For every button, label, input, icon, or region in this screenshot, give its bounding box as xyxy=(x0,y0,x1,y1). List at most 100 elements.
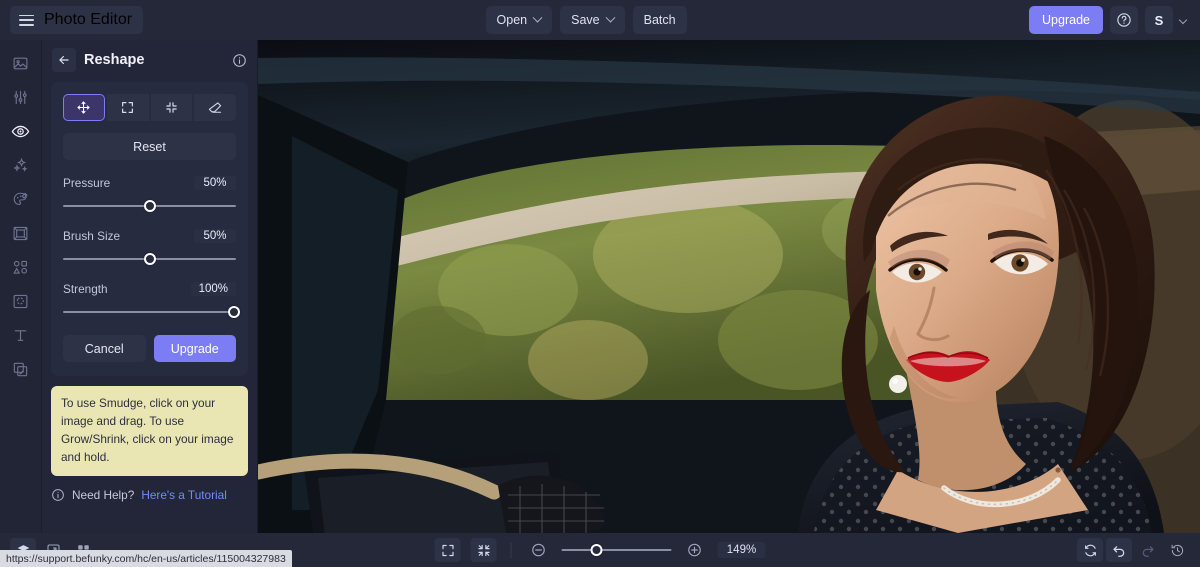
help-info-icon[interactable] xyxy=(51,488,65,502)
tool-rail xyxy=(0,40,42,533)
slider-handle[interactable] xyxy=(228,306,241,318)
sidebar-item-image[interactable] xyxy=(5,52,37,74)
photo-illustration xyxy=(258,40,1200,533)
status-bar-url: https://support.befunky.com/hc/en-us/art… xyxy=(0,550,292,567)
sidebar-item-effects[interactable] xyxy=(5,154,37,176)
pressure-slider-header: Pressure 50% xyxy=(63,176,236,190)
slider-handle[interactable] xyxy=(143,200,156,212)
shrink-tool-button[interactable] xyxy=(150,94,193,121)
frame-icon xyxy=(13,226,28,240)
fit-screen-icon xyxy=(477,544,490,556)
top-bar-center-group: Open Save Batch xyxy=(485,6,687,34)
reshape-tool-group xyxy=(63,94,236,121)
texture-icon xyxy=(13,294,28,308)
brush-size-value: 50% xyxy=(194,229,236,243)
pressure-slider-block: Pressure 50% xyxy=(63,176,236,213)
question-circle-icon xyxy=(1117,13,1131,27)
zoom-slider[interactable] xyxy=(561,543,672,557)
cancel-button[interactable]: Cancel xyxy=(63,335,146,362)
grow-tool-button[interactable] xyxy=(106,94,149,121)
palette-icon xyxy=(13,192,28,205)
undo-button[interactable] xyxy=(1106,538,1132,562)
sidebar-item-touch-up[interactable] xyxy=(5,120,37,142)
tutorial-link[interactable]: Here's a Tutorial xyxy=(141,488,227,502)
hamburger-icon xyxy=(19,14,34,26)
avatar[interactable]: S xyxy=(1144,6,1173,34)
panel-upgrade-button[interactable]: Upgrade xyxy=(153,335,236,362)
slider-handle[interactable] xyxy=(143,253,156,265)
photo-editor-app: Photo Editor Open Save Batch Upgrade S R… xyxy=(0,0,1200,567)
fullscreen-icon xyxy=(441,544,454,556)
arrow-left-icon xyxy=(59,55,69,65)
need-help-label: Need Help? xyxy=(72,487,135,502)
sidebar-item-text[interactable] xyxy=(5,324,37,346)
reset-button[interactable]: Reset xyxy=(63,133,236,160)
open-label: Open xyxy=(496,13,528,27)
reset-view-button[interactable] xyxy=(1077,538,1103,562)
graphics-icon xyxy=(13,362,28,376)
fullscreen-button[interactable] xyxy=(434,538,461,562)
sidebar-item-edit[interactable] xyxy=(5,86,37,108)
save-button[interactable]: Save xyxy=(560,6,625,34)
edited-photo[interactable] xyxy=(258,40,1200,533)
zoom-out-icon xyxy=(532,543,545,557)
redo-button[interactable] xyxy=(1135,538,1161,562)
save-label: Save xyxy=(571,13,600,27)
sidebar-item-graphics[interactable] xyxy=(5,358,37,380)
avatar-initial: S xyxy=(1154,12,1164,28)
open-button[interactable]: Open xyxy=(485,6,553,34)
help-button[interactable] xyxy=(1109,6,1138,34)
strength-value: 100% xyxy=(190,282,236,296)
expand-arrows-icon xyxy=(122,102,134,113)
sidebar-item-frames[interactable] xyxy=(5,222,37,244)
brush-size-slider-block: Brush Size 50% xyxy=(63,229,236,266)
zoom-slider-handle[interactable] xyxy=(590,544,603,556)
smudge-tool-button[interactable] xyxy=(63,94,105,121)
pressure-slider[interactable] xyxy=(63,199,236,213)
zoom-in-button[interactable] xyxy=(682,538,708,562)
strength-slider[interactable] xyxy=(63,305,241,319)
slider-rail xyxy=(63,311,236,313)
app-menu-button[interactable]: Photo Editor xyxy=(10,6,144,34)
pressure-value: 50% xyxy=(194,176,236,190)
help-row: Need Help? Here's a Tutorial xyxy=(51,488,248,502)
batch-button[interactable]: Batch xyxy=(632,6,687,34)
restore-tool-button[interactable] xyxy=(194,94,236,121)
chevron-down-icon xyxy=(532,12,543,23)
eye-icon xyxy=(11,125,30,137)
zoom-level-value[interactable]: 149% xyxy=(717,542,766,558)
panel-upgrade-label: Upgrade xyxy=(170,341,219,356)
account-chevron-down-icon[interactable] xyxy=(1178,15,1188,25)
fit-screen-button[interactable] xyxy=(470,538,497,562)
canvas-area[interactable] xyxy=(258,40,1200,533)
reshape-controls-card: Reset Pressure 50% Brush Size 50% Streng… xyxy=(51,82,248,376)
top-bar: Photo Editor Open Save Batch Upgrade S xyxy=(0,0,1200,40)
history-button[interactable] xyxy=(1164,538,1190,562)
brush-size-slider[interactable] xyxy=(63,252,236,266)
strength-slider-block: Strength 100% xyxy=(63,282,241,319)
sidebar-item-overlays[interactable] xyxy=(5,256,37,278)
zoom-in-icon xyxy=(688,543,701,557)
info-circle-icon xyxy=(52,488,64,501)
undo-icon xyxy=(1113,546,1125,557)
sidebar-item-textures[interactable] xyxy=(5,290,37,312)
bottom-bar-right-group xyxy=(1077,538,1190,562)
panel-action-buttons: Cancel Upgrade xyxy=(63,335,236,362)
contract-arrows-icon xyxy=(166,102,177,113)
upgrade-button[interactable]: Upgrade xyxy=(1029,6,1103,34)
brush-size-slider-header: Brush Size 50% xyxy=(63,229,236,243)
back-button[interactable] xyxy=(52,48,76,72)
history-icon xyxy=(1171,544,1183,556)
brush-size-label: Brush Size xyxy=(63,229,121,243)
zoom-out-button[interactable] xyxy=(526,538,552,562)
sidebar-item-artsy[interactable] xyxy=(5,188,37,210)
sparkles-icon xyxy=(13,157,28,172)
move-arrows-icon xyxy=(77,101,90,114)
shapes-icon xyxy=(13,260,28,274)
cancel-label: Cancel xyxy=(84,341,124,356)
panel-info-button[interactable] xyxy=(232,53,247,68)
app-title: Photo Editor xyxy=(44,11,133,28)
panel-title: Reshape xyxy=(84,52,145,68)
reset-label: Reset xyxy=(133,139,166,154)
pressure-label: Pressure xyxy=(63,176,111,190)
